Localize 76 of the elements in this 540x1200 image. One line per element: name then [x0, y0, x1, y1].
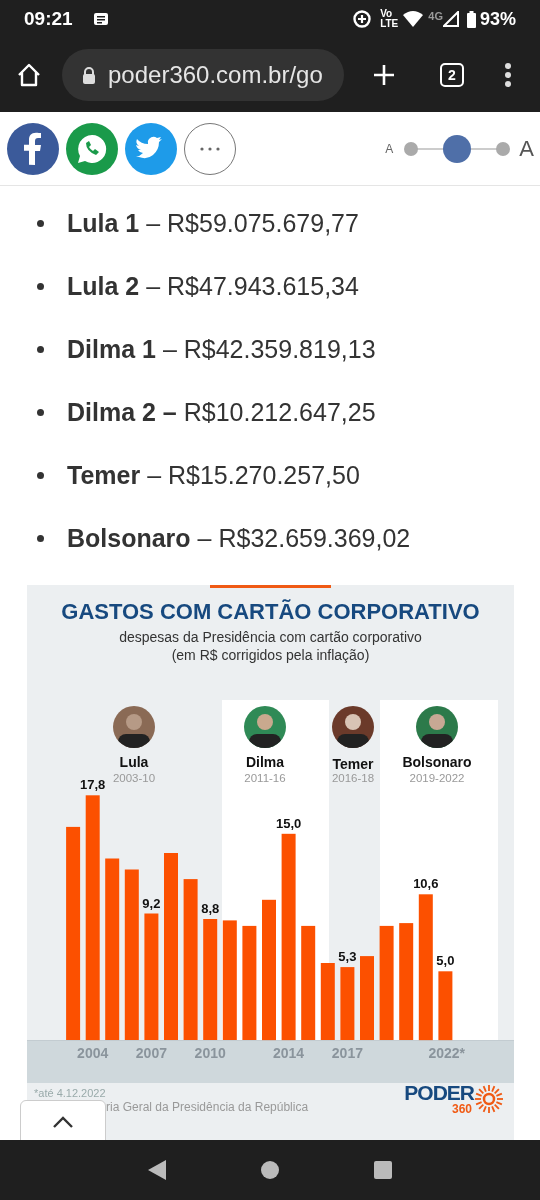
bullet-icon — [37, 283, 44, 290]
facebook-share-button[interactable] — [7, 122, 59, 175]
more-share-button[interactable] — [184, 122, 236, 175]
value-label: 17,8 — [80, 777, 106, 793]
president-name: Temer — [332, 756, 374, 772]
chart-subtitle: despesas da Presidência com cartão corporativo — [119, 628, 422, 646]
whatsapp-share-button[interactable] — [66, 122, 118, 175]
wifi-icon — [402, 10, 425, 28]
large-font-label: A — [519, 135, 534, 163]
bullet-icon — [37, 535, 44, 542]
new-tab-icon[interactable] — [372, 63, 396, 87]
value-label: 8,8 — [201, 901, 220, 916]
battery-percent: 93% — [479, 7, 516, 31]
logo-wordmark: PODER — [404, 1082, 474, 1103]
avatar-icon — [416, 706, 458, 748]
avatar-icon — [244, 706, 286, 748]
volte-label: Vo — [380, 9, 394, 19]
president-period: 2003-10 — [112, 772, 156, 784]
president-period: 2011-16 — [244, 772, 286, 784]
value-label: 5,0 — [436, 953, 455, 969]
bullet-icon — [37, 346, 44, 353]
bullet-icon — [37, 220, 44, 227]
menu-icon[interactable] — [504, 62, 512, 88]
back-icon[interactable] — [146, 1159, 167, 1181]
more-icon — [199, 146, 221, 151]
network-type-label: 4G — [428, 9, 443, 24]
value-label: 15,0 — [275, 815, 302, 831]
spending-item: Lula 2 – R$47.943.615,34 — [67, 270, 359, 302]
signal-icon — [442, 11, 459, 27]
url-text: poder360.com.br/go — [108, 60, 323, 90]
chart-title: GASTOS COM CARTÃO CORPORATIVO — [61, 598, 480, 626]
font-size-slider[interactable] — [404, 134, 511, 163]
recents-icon[interactable] — [373, 1160, 394, 1180]
small-font-label: A — [385, 140, 394, 158]
axis-label: 2004 — [77, 1045, 109, 1061]
caret-up-icon — [52, 1116, 74, 1128]
president-name: Lula — [119, 754, 149, 770]
home-button-icon[interactable] — [260, 1160, 280, 1180]
president-name: Dilma — [245, 754, 285, 770]
axis-label: 2022* — [428, 1045, 465, 1061]
spending-item: Lula 1 – R$59.075.679,77 — [67, 207, 359, 239]
bullet-icon — [37, 472, 44, 479]
logo-number: 360 — [451, 1103, 472, 1115]
spending-item: Temer – R$15.270.257,50 — [67, 459, 360, 491]
president-period: 2019-2022 — [409, 772, 465, 784]
bullet-icon — [37, 409, 44, 416]
twitter-share-button[interactable] — [125, 122, 177, 175]
value-label: 5,3 — [338, 949, 357, 965]
value-label: 10,6 — [413, 876, 439, 892]
value-label: 9,2 — [142, 895, 161, 911]
president-name: Bolsonaro — [402, 754, 472, 770]
address-bar[interactable]: poder360.com.br/go — [62, 49, 344, 101]
spending-item: Dilma 1 – R$42.359.819,13 — [67, 333, 376, 365]
notification-icon — [92, 12, 109, 26]
axis-label: 2010 — [194, 1045, 226, 1061]
battery-icon — [466, 10, 476, 28]
bar — [438, 971, 453, 1041]
axis-label: 2017 — [331, 1045, 363, 1061]
source-text: ria Geral da Presidência da República — [106, 1099, 309, 1116]
footnote: *até 4.12.2022 — [34, 1086, 106, 1101]
spending-item: Bolsonaro – R$32.659.369,02 — [67, 522, 411, 554]
clock: 09:21 — [24, 6, 73, 31]
slider-thumb[interactable] — [443, 134, 472, 163]
data-saver-icon — [352, 9, 373, 29]
axis-label: 2014 — [273, 1045, 305, 1061]
avatar-icon — [113, 706, 155, 748]
president-period: 2016-18 — [331, 772, 375, 784]
tab-count-button[interactable]: 2 — [440, 63, 464, 87]
avatar-icon — [332, 706, 374, 748]
chart-subtitle: (em R$ corrigidos pela inflação) — [171, 646, 370, 664]
sun-logo-icon — [474, 1083, 504, 1114]
home-icon[interactable] — [16, 62, 42, 88]
lock-icon — [82, 66, 96, 84]
spending-item: Dilma 2 – R$10.212.647,25 — [67, 396, 376, 428]
axis-label: 2007 — [135, 1045, 167, 1061]
lte-label: LTE — [380, 19, 399, 29]
